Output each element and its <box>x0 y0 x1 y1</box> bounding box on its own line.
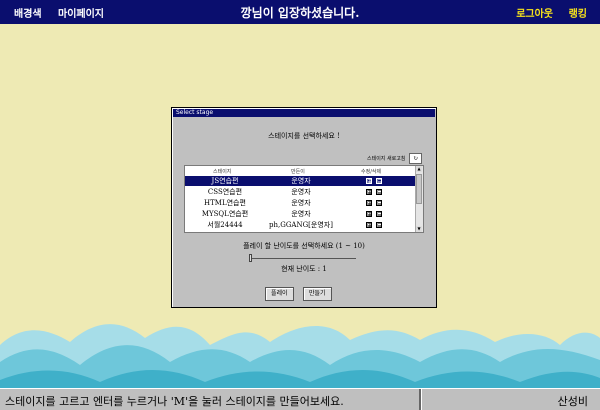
edit-icon[interactable]: ⊞ <box>366 222 372 229</box>
stage-author: 운영자 <box>291 210 311 218</box>
make-button[interactable]: 만들기 <box>303 287 332 301</box>
select-stage-dialog: Select stage 스테이지를 선택하세요 ! 스테이지 새로고침 ↻ 스… <box>171 107 437 308</box>
stage-row[interactable]: MYSQL연습편 운영자 ⊞ ⊟ <box>185 209 415 219</box>
play-button[interactable]: 플레이 <box>265 287 294 301</box>
scroll-thumb[interactable] <box>416 174 422 204</box>
stage-name: JS연습편 <box>211 177 239 185</box>
refresh-label: 스테이지 새로고침 <box>367 156 406 162</box>
stage-name: MYSQL연습편 <box>201 210 249 218</box>
edit-icon[interactable]: ⊞ <box>366 189 372 196</box>
stage-row[interactable]: JS연습편 운영자 ⊞ ⊟ <box>185 176 415 186</box>
dialog-title-bar[interactable]: Select stage <box>173 109 435 117</box>
stage-list-header: 스테이지 만든이 수정/삭제 <box>185 166 415 175</box>
column-author: 만든이 <box>291 169 305 175</box>
delete-icon[interactable]: ⊟ <box>376 178 382 185</box>
scroll-up-arrow[interactable]: ▲ <box>416 166 422 172</box>
status-message: 스테이지를 고르고 엔터를 누르거나 'M'을 눌러 스테이지를 만들어보세요. <box>5 395 344 408</box>
stage-name: 서월24444 <box>207 221 243 229</box>
scroll-down-arrow[interactable]: ▼ <box>416 226 422 232</box>
delete-icon[interactable]: ⊟ <box>376 222 382 229</box>
stage-row[interactable]: CSS연습편 운영자 ⊞ ⊟ <box>185 187 415 197</box>
stage-name: HTML연습편 <box>204 199 246 207</box>
column-stage: 스테이지 <box>213 169 232 175</box>
difficulty-slider-knob[interactable] <box>249 254 252 262</box>
current-difficulty: 현재 난이도 : 1 <box>281 265 327 273</box>
delete-icon[interactable]: ⊟ <box>376 211 382 218</box>
stage-row[interactable]: 서월24444 ph,GGANG[운영자] ⊞ ⊟ <box>185 220 415 230</box>
column-edit-delete: 수정/삭제 <box>361 169 382 175</box>
stage-author: 운영자 <box>291 199 311 207</box>
status-bar: 스테이지를 고르고 엔터를 누르거나 'M'을 눌러 스테이지를 만들어보세요.… <box>0 388 600 410</box>
difficulty-slider-track[interactable] <box>249 258 356 259</box>
refresh-button[interactable]: ↻ <box>409 153 422 164</box>
edit-icon[interactable]: ⊞ <box>366 200 372 207</box>
delete-icon[interactable]: ⊟ <box>376 200 382 207</box>
stage-name: CSS연습편 <box>207 188 243 196</box>
stage-author: 운영자 <box>291 188 311 196</box>
stage-author: ph,GGANG[운영자] <box>269 221 333 229</box>
edit-icon[interactable]: ⊞ <box>366 211 372 218</box>
dialog-heading: 스테이지를 선택하세요 ! <box>268 132 340 140</box>
username: 산성비 <box>557 395 588 408</box>
stage-author: 운영자 <box>291 177 311 185</box>
list-scrollbar[interactable]: ▲ ▼ <box>415 166 423 232</box>
delete-icon[interactable]: ⊟ <box>376 189 382 196</box>
status-divider <box>419 389 421 410</box>
stage-row[interactable]: HTML연습편 운영자 ⊞ ⊟ <box>185 198 415 208</box>
difficulty-prompt: 플레이 할 난이도를 선택하세요 (1 ~ 10) <box>243 242 365 250</box>
stage-list[interactable]: 스테이지 만든이 수정/삭제 JS연습편 운영자 ⊞ ⊟ CSS연습편 운영자 ⊞ ⊟ HTML… <box>184 165 424 233</box>
edit-icon[interactable]: ⊞ <box>366 178 372 185</box>
